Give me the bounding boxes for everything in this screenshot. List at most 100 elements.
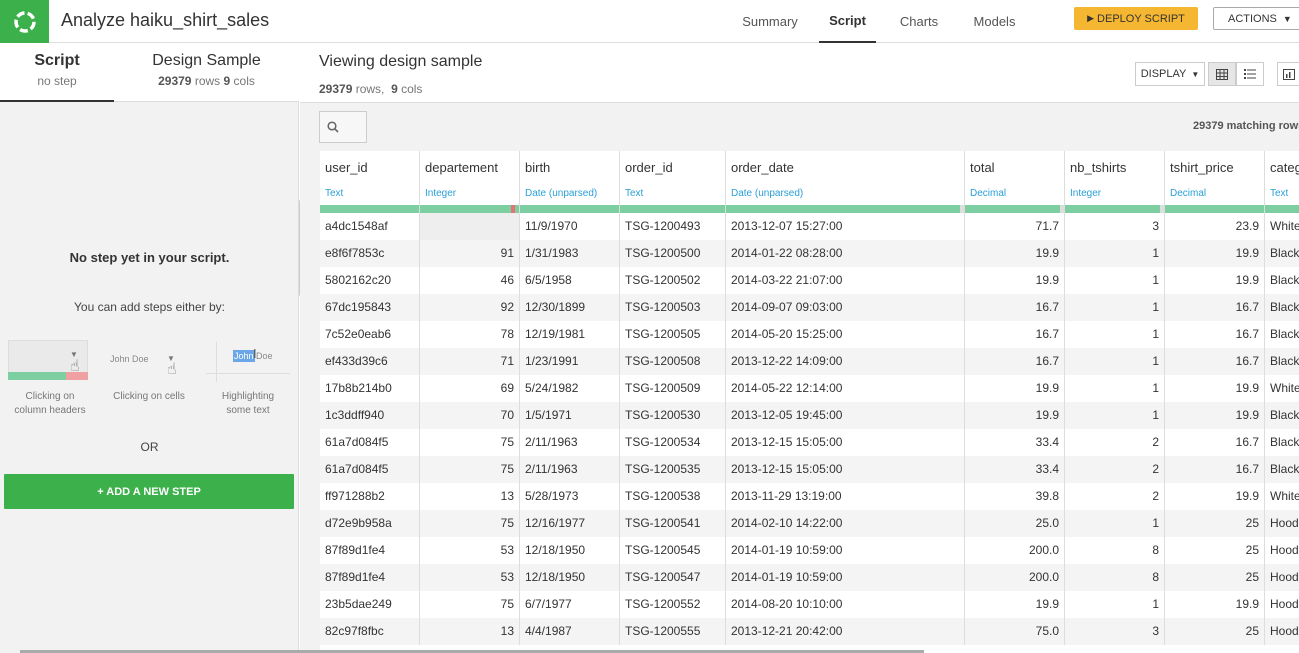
nav-script[interactable]: Script bbox=[819, 0, 876, 43]
table-cell[interactable]: 19.9 bbox=[965, 267, 1065, 294]
table-cell[interactable]: 19.9 bbox=[965, 591, 1065, 618]
table-cell[interactable]: Hoodie bbox=[1265, 618, 1299, 645]
column-type[interactable]: Text bbox=[1270, 188, 1288, 199]
column-header-birth[interactable]: birth Date (unparsed) bbox=[520, 151, 620, 213]
column-header-order_id[interactable]: order_id Text bbox=[620, 151, 726, 213]
table-cell[interactable]: 2 bbox=[1065, 483, 1165, 510]
table-cell[interactable]: 1/23/1991 bbox=[520, 348, 620, 375]
table-cell[interactable]: 2014-02-10 14:22:00 bbox=[726, 510, 965, 537]
column-header-departement[interactable]: departement Integer bbox=[420, 151, 520, 213]
table-cell[interactable]: 1 bbox=[1065, 375, 1165, 402]
table-cell[interactable]: 16.7 bbox=[1165, 294, 1265, 321]
table-cell[interactable]: 2014-09-07 09:03:00 bbox=[726, 294, 965, 321]
table-cell[interactable]: 46 bbox=[420, 267, 520, 294]
table-cell[interactable]: TSG-1200541 bbox=[620, 510, 726, 537]
column-header-nb_tshirts[interactable]: nb_tshirts Integer bbox=[1065, 151, 1165, 213]
table-cell[interactable]: 2013-12-07 15:27:00 bbox=[726, 213, 965, 240]
table-cell[interactable]: 11/9/1970 bbox=[520, 213, 620, 240]
table-cell[interactable]: 91 bbox=[420, 240, 520, 267]
table-cell[interactable]: 200.0 bbox=[965, 537, 1065, 564]
table-cell[interactable]: 19.9 bbox=[1165, 375, 1265, 402]
column-type[interactable]: Decimal bbox=[1170, 188, 1206, 199]
table-cell[interactable]: TSG-1200503 bbox=[620, 294, 726, 321]
table-cell[interactable]: 6/7/1977 bbox=[520, 591, 620, 618]
table-cell[interactable]: 19.9 bbox=[1165, 402, 1265, 429]
table-cell[interactable]: 33.4 bbox=[965, 429, 1065, 456]
table-cell[interactable]: TSG-1200505 bbox=[620, 321, 726, 348]
dataiku-logo-icon[interactable] bbox=[0, 0, 49, 43]
table-cell[interactable]: 1 bbox=[1065, 294, 1165, 321]
table-cell[interactable]: 75 bbox=[420, 456, 520, 483]
search-button[interactable] bbox=[319, 111, 367, 143]
column-header-order_date[interactable]: order_date Date (unparsed) bbox=[726, 151, 965, 213]
table-cell[interactable]: 25.0 bbox=[965, 510, 1065, 537]
table-cell[interactable]: 2014-05-20 15:25:00 bbox=[726, 321, 965, 348]
table-cell[interactable]: 3 bbox=[1065, 618, 1165, 645]
table-cell[interactable]: 16.7 bbox=[1165, 348, 1265, 375]
column-header-category[interactable]: category Text bbox=[1265, 151, 1299, 213]
table-cell[interactable] bbox=[420, 213, 520, 240]
table-cell[interactable]: 25 bbox=[1165, 564, 1265, 591]
table-cell[interactable]: 19.9 bbox=[1165, 240, 1265, 267]
table-cell[interactable]: 19.9 bbox=[1165, 483, 1265, 510]
table-cell[interactable]: a4dc1548af bbox=[320, 213, 420, 240]
list-view-button[interactable] bbox=[1236, 62, 1264, 86]
tab-design-sample[interactable]: Design Sample 29379 rows 9 cols bbox=[114, 44, 299, 102]
column-type[interactable]: Text bbox=[625, 188, 643, 199]
table-cell[interactable]: 92 bbox=[420, 294, 520, 321]
add-new-step-button[interactable]: + ADD A NEW STEP bbox=[4, 474, 294, 509]
table-cell[interactable]: 53 bbox=[420, 564, 520, 591]
table-cell[interactable]: TSG-1200508 bbox=[620, 348, 726, 375]
table-cell[interactable]: TSG-1200547 bbox=[620, 564, 726, 591]
table-cell[interactable]: 53 bbox=[420, 537, 520, 564]
table-cell[interactable]: 6/5/1958 bbox=[520, 267, 620, 294]
table-cell[interactable]: 69 bbox=[420, 375, 520, 402]
table-cell[interactable]: d72e9b958a bbox=[320, 510, 420, 537]
column-type[interactable]: Integer bbox=[1070, 188, 1101, 199]
table-cell[interactable]: 1 bbox=[1065, 402, 1165, 429]
table-cell[interactable]: 82c97f8fbc bbox=[320, 618, 420, 645]
table-cell[interactable]: 87f89d1fe4 bbox=[320, 564, 420, 591]
table-cell[interactable]: 2014-01-19 10:59:00 bbox=[726, 537, 965, 564]
table-cell[interactable]: 1 bbox=[1065, 321, 1165, 348]
table-cell[interactable]: 25 bbox=[1165, 537, 1265, 564]
table-cell[interactable]: 33.4 bbox=[965, 456, 1065, 483]
table-view-button[interactable] bbox=[1208, 62, 1236, 86]
table-cell[interactable]: 5/28/1973 bbox=[520, 483, 620, 510]
table-cell[interactable]: 2/11/1963 bbox=[520, 429, 620, 456]
column-header-tshirt_price[interactable]: tshirt_price Decimal bbox=[1165, 151, 1265, 213]
table-cell[interactable]: 16.7 bbox=[1165, 321, 1265, 348]
table-cell[interactable]: 78 bbox=[420, 321, 520, 348]
table-cell[interactable]: White T-Shirt M bbox=[1265, 483, 1299, 510]
table-cell[interactable]: 1/5/1971 bbox=[520, 402, 620, 429]
table-cell[interactable]: 19.9 bbox=[1165, 591, 1265, 618]
table-cell[interactable]: 17b8b214b0 bbox=[320, 375, 420, 402]
table-cell[interactable]: 16.7 bbox=[965, 321, 1065, 348]
table-cell[interactable]: TSG-1200534 bbox=[620, 429, 726, 456]
column-type[interactable]: Decimal bbox=[970, 188, 1006, 199]
table-cell[interactable]: 1 bbox=[1065, 510, 1165, 537]
table-cell[interactable]: 70 bbox=[420, 402, 520, 429]
table-cell[interactable]: TSG-1200555 bbox=[620, 618, 726, 645]
table-cell[interactable]: 67dc195843 bbox=[320, 294, 420, 321]
table-cell[interactable]: 2014-05-22 12:14:00 bbox=[726, 375, 965, 402]
table-cell[interactable]: 2013-12-21 20:42:00 bbox=[726, 618, 965, 645]
tab-script[interactable]: Script no step bbox=[0, 44, 114, 102]
table-cell[interactable]: Hoodie bbox=[1265, 537, 1299, 564]
table-cell[interactable]: 3 bbox=[1065, 213, 1165, 240]
column-header-total[interactable]: total Decimal bbox=[965, 151, 1065, 213]
table-cell[interactable]: Hoodie bbox=[1265, 510, 1299, 537]
table-cell[interactable]: Black T-Shirt M bbox=[1265, 321, 1299, 348]
table-cell[interactable]: 12/16/1977 bbox=[520, 510, 620, 537]
table-cell[interactable]: 2014-03-22 21:07:00 bbox=[726, 267, 965, 294]
column-type[interactable]: Integer bbox=[425, 188, 456, 199]
column-type[interactable]: Date (unparsed) bbox=[731, 188, 803, 199]
table-cell[interactable]: TSG-1200538 bbox=[620, 483, 726, 510]
table-cell[interactable]: ef433d39c6 bbox=[320, 348, 420, 375]
table-cell[interactable]: Black T-Shirt M bbox=[1265, 348, 1299, 375]
table-cell[interactable]: e8f6f7853c bbox=[320, 240, 420, 267]
deploy-script-button[interactable]: ▶ DEPLOY SCRIPT bbox=[1074, 7, 1198, 30]
table-cell[interactable]: Black T-Shirt M bbox=[1265, 294, 1299, 321]
table-cell[interactable]: 19.9 bbox=[965, 375, 1065, 402]
table-cell[interactable]: 19.9 bbox=[965, 402, 1065, 429]
